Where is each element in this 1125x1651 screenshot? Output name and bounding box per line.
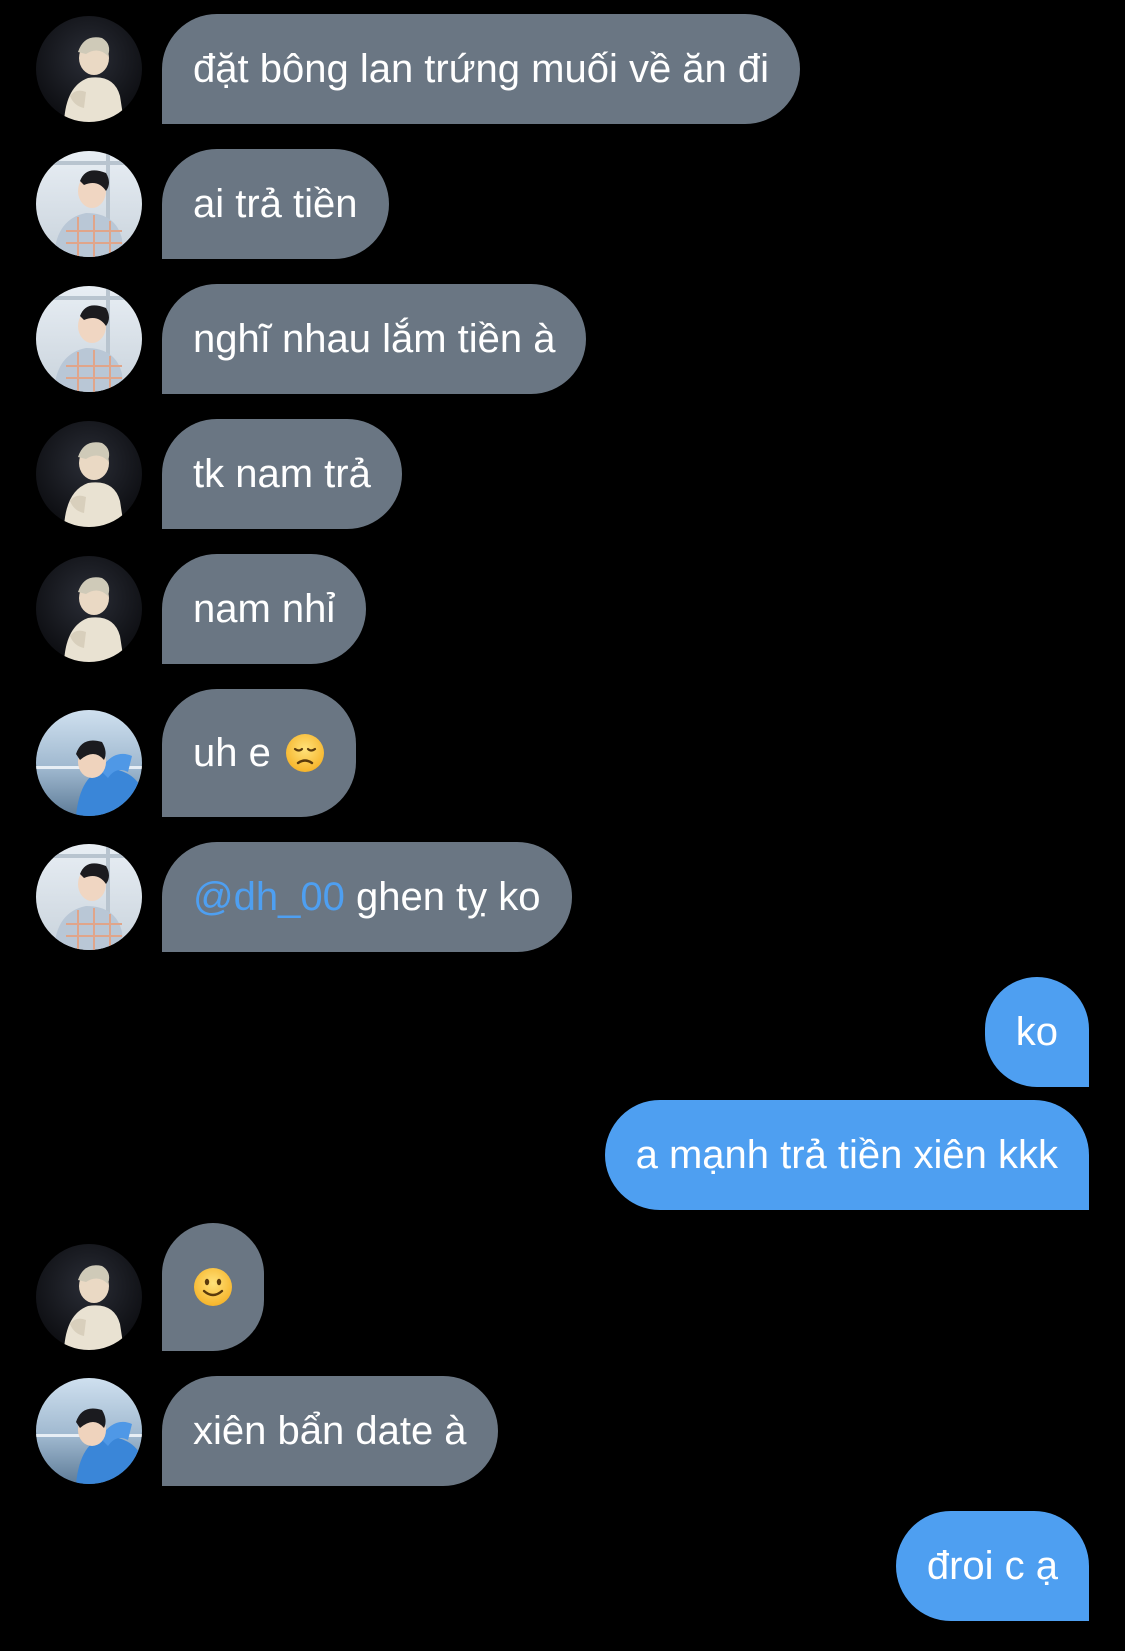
avatar[interactable]: [36, 151, 142, 257]
avatar[interactable]: [36, 16, 142, 122]
message-text: nghĩ nhau lắm tiền à: [193, 316, 556, 361]
message-bubble[interactable]: a mạnh trả tiền xiên kkk: [604, 1100, 1089, 1210]
avatar-1-image: [36, 1244, 142, 1350]
avatar[interactable]: [36, 421, 142, 527]
message-bubble[interactable]: đặt bông lan trứng muối về ăn đi: [162, 14, 801, 124]
message-text: a mạnh trả tiền xiên kkk: [635, 1132, 1058, 1177]
message-bubble[interactable]: đroi c ạ: [895, 1511, 1089, 1621]
message-bubble[interactable]: ai trả tiền: [162, 149, 389, 259]
avatar-3-image: [36, 1378, 142, 1484]
message-text: uh e: [193, 730, 271, 775]
avatar-1-image: [36, 421, 142, 527]
avatar[interactable]: [36, 844, 142, 950]
message-bubble[interactable]: ko: [984, 977, 1089, 1087]
avatar[interactable]: [36, 710, 142, 816]
message-text: tk nam trả: [193, 451, 371, 496]
message-text: ai trả tiền: [193, 181, 358, 226]
avatar[interactable]: [36, 286, 142, 392]
message-bubble[interactable]: @dh_00 ghen tỵ ko: [162, 842, 572, 952]
avatar-2-image: [36, 286, 142, 392]
message-bubble[interactable]: xiên bẩn date à: [162, 1376, 498, 1486]
avatar[interactable]: [36, 556, 142, 662]
avatar-3-image: [36, 710, 142, 816]
message-bubble[interactable]: tk nam trả: [162, 419, 402, 529]
message-bubble[interactable]: [162, 1223, 264, 1351]
message-bubble[interactable]: uh e: [162, 689, 356, 817]
user-mention-link[interactable]: @dh_00: [193, 875, 345, 920]
message-bubble[interactable]: nghĩ nhau lắm tiền à: [162, 284, 587, 394]
avatar[interactable]: [36, 1378, 142, 1484]
message-text: đroi c ạ: [926, 1543, 1058, 1588]
avatar-2-image: [36, 151, 142, 257]
message-bubble[interactable]: nam nhỉ: [162, 554, 367, 664]
avatar-2-image: [36, 844, 142, 950]
avatar[interactable]: [36, 1244, 142, 1350]
message-text: đặt bông lan trứng muối về ăn đi: [193, 46, 770, 91]
message-text: ghen tỵ ko: [344, 874, 541, 919]
disappointed-face-emoji-icon: [285, 733, 325, 773]
slightly-smiling-face-emoji-icon: [193, 1267, 233, 1307]
avatar-1-image: [36, 16, 142, 122]
avatar-1-image: [36, 556, 142, 662]
message-text: nam nhỉ: [193, 586, 336, 631]
message-text: ko: [1015, 1009, 1058, 1054]
message-text: xiên bẩn date à: [193, 1408, 467, 1453]
